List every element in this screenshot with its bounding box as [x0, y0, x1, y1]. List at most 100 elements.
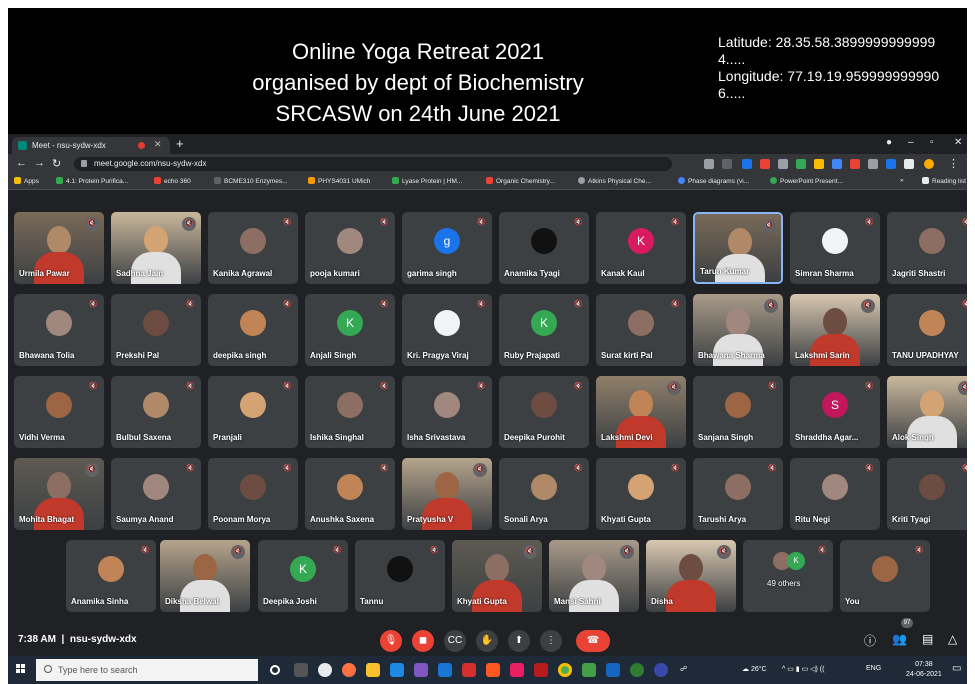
onenote-icon[interactable]: [414, 663, 428, 677]
cortana-icon[interactable]: [270, 665, 280, 675]
participant-tile[interactable]: 🔇 pooja kumari: [305, 212, 395, 284]
browser-tab[interactable]: Meet - nsu-sydw-xdx ✕: [12, 137, 170, 154]
app-icon[interactable]: [486, 663, 500, 677]
app-icon[interactable]: [606, 663, 620, 677]
present-button[interactable]: ⬆: [508, 630, 530, 652]
participant-tile[interactable]: 🔇 TANU UPADHYAY: [887, 294, 967, 366]
participant-tile[interactable]: S 🔇 Shraddha Agar...: [790, 376, 880, 448]
participant-tile[interactable]: 🔇 Lakshmi Devi: [596, 376, 686, 448]
participant-tile[interactable]: 🔇 Ishika Singhal: [305, 376, 395, 448]
word-icon[interactable]: [438, 663, 452, 677]
maximize-button[interactable]: ▫: [930, 137, 934, 148]
participant-tile[interactable]: 🔇 Disha: [646, 540, 736, 612]
participant-tile[interactable]: 🔇 deepika singh: [208, 294, 298, 366]
weather-widget[interactable]: ☁ 26°C: [742, 665, 767, 673]
participant-tile[interactable]: 🔇 Mohita Bhagat: [14, 458, 104, 530]
taskbar-search-input[interactable]: Type here to search: [36, 659, 258, 681]
participant-tile[interactable]: 🔇 Deepika Purohit: [499, 376, 589, 448]
system-tray-icons[interactable]: ^ ▭ ▮ ▭ ◁) ((: [782, 665, 824, 673]
acrobat-icon[interactable]: [462, 663, 476, 677]
participant-tile[interactable]: 🔇 Anamika Tyagi: [499, 212, 589, 284]
participant-tile[interactable]: 🔇 Urmila Pawar: [14, 212, 104, 284]
participant-tile[interactable]: 🔇 Saumya Anand: [111, 458, 201, 530]
leave-call-button[interactable]: ☎: [576, 630, 610, 652]
people-tray-icon[interactable]: ☍: [680, 665, 687, 673]
participant-tile[interactable]: 🔇 Kanika Agrawal: [208, 212, 298, 284]
participant-tile[interactable]: 🔇 Pratyusha V: [402, 458, 492, 530]
bookmark-item[interactable]: PHYS4031 UMich: [308, 177, 370, 185]
extension-icon[interactable]: [760, 159, 770, 169]
participant-tile[interactable]: 🔇 You: [840, 540, 930, 612]
app-icon[interactable]: [318, 663, 332, 677]
participant-tile[interactable]: 🔇 Surat kirti Pal: [596, 294, 686, 366]
bookmark-item[interactable]: Lyase Protein | HM...: [392, 177, 462, 185]
extension-icon[interactable]: [814, 159, 824, 169]
back-button[interactable]: ←: [16, 157, 27, 169]
participant-tile[interactable]: 🔇 Kriti Tyagi: [887, 458, 967, 530]
profile-dot-icon[interactable]: ●: [886, 137, 892, 148]
participant-tile[interactable]: K 🔇 Ruby Prajapati: [499, 294, 589, 366]
participant-tile[interactable]: 🔇 Tarushi Arya: [693, 458, 783, 530]
participant-tile[interactable]: 🔇 Kri. Pragya Viraj: [402, 294, 492, 366]
participant-tile[interactable]: 🔇 Sanjana Singh: [693, 376, 783, 448]
forward-button[interactable]: →: [34, 157, 45, 169]
file-explorer-icon[interactable]: [366, 663, 380, 677]
language-indicator[interactable]: ENG: [866, 665, 881, 672]
minimize-button[interactable]: –: [908, 137, 914, 148]
menu-kebab-icon[interactable]: ⋮: [948, 157, 959, 170]
participant-tile[interactable]: 🔇 Khyati Gupta: [596, 458, 686, 530]
participant-tile[interactable]: 🔇 Mansi Sahni: [549, 540, 639, 612]
extension-icon[interactable]: [742, 159, 752, 169]
extension-icon[interactable]: [796, 159, 806, 169]
notifications-icon[interactable]: ▭: [952, 663, 961, 674]
participant-tile[interactable]: 🔇 Prekshi Pal: [111, 294, 201, 366]
app-icon[interactable]: [654, 663, 668, 677]
chrome-icon[interactable]: [558, 663, 572, 677]
bookmark-item[interactable]: echo 360: [154, 177, 191, 185]
participant-tile[interactable]: 🔇 Anamika Sinha: [66, 540, 156, 612]
captions-button[interactable]: CC: [444, 630, 466, 652]
puzzle-icon[interactable]: [904, 159, 914, 169]
app-icon[interactable]: [582, 663, 596, 677]
bookmark-item[interactable]: Phase diagrams (vi...: [678, 177, 749, 185]
participant-tile[interactable]: K 🔇 Anjali Singh: [305, 294, 395, 366]
people-icon[interactable]: 👥: [892, 632, 907, 646]
participant-tile[interactable]: g 🔇 garima singh: [402, 212, 492, 284]
extension-icon[interactable]: [778, 159, 788, 169]
camera-icon[interactable]: [704, 159, 714, 169]
participant-tile[interactable]: K 🔇 49 others: [743, 540, 833, 612]
taskbar-clock[interactable]: 07:38 24-06-2021: [906, 660, 942, 680]
meeting-details-icon[interactable]: ⓘ: [864, 632, 876, 649]
windows-start-icon[interactable]: [16, 664, 26, 674]
url-field[interactable]: meet.google.com/nsu-sydw-xdx: [74, 157, 672, 171]
participant-tile[interactable]: 🔇 Sadhna Jain: [111, 212, 201, 284]
participant-tile[interactable]: 🔇 Ritu Negi: [790, 458, 880, 530]
participant-tile[interactable]: 🔇 Vidhi Verma: [14, 376, 104, 448]
participant-tile[interactable]: 🔇 Lakshmi Sarin: [790, 294, 880, 366]
bookmark-item[interactable]: Apps: [14, 177, 39, 185]
participant-tile[interactable]: 🔇 Tarun Kumar: [693, 212, 783, 284]
profile-avatar-icon[interactable]: [924, 159, 934, 169]
bookmark-item[interactable]: BCME310 Enzymes...: [214, 177, 288, 185]
close-tab-icon[interactable]: ✕: [154, 139, 162, 150]
bookmark-item[interactable]: Reading list: [922, 177, 966, 185]
activities-icon[interactable]: △: [948, 632, 957, 646]
participant-tile[interactable]: 🔇 Khyati Gupta: [452, 540, 542, 612]
bookmark-item[interactable]: Organic Chemistry...: [486, 177, 555, 185]
extension-icon[interactable]: [886, 159, 896, 169]
raise-hand-button[interactable]: ✋: [476, 630, 498, 652]
app-icon[interactable]: [390, 663, 404, 677]
reload-button[interactable]: ↻: [52, 157, 61, 170]
mic-off-button[interactable]: 🎙: [380, 630, 402, 652]
participant-tile[interactable]: 🔇 Tannu: [355, 540, 445, 612]
more-bookmarks-icon[interactable]: »: [900, 177, 904, 184]
participant-tile[interactable]: 🔇 Isha Srivastava: [402, 376, 492, 448]
extension-icon[interactable]: [868, 159, 878, 169]
indesign-icon[interactable]: [510, 663, 524, 677]
participant-tile[interactable]: 🔇 Simran Sharma: [790, 212, 880, 284]
bookmark-item[interactable]: Atkins Physical Che...: [578, 177, 651, 185]
star-icon[interactable]: [722, 159, 732, 169]
extension-icon[interactable]: [832, 159, 842, 169]
bookmark-item[interactable]: PowerPoint Present...: [770, 177, 843, 185]
app-icon[interactable]: [534, 663, 548, 677]
